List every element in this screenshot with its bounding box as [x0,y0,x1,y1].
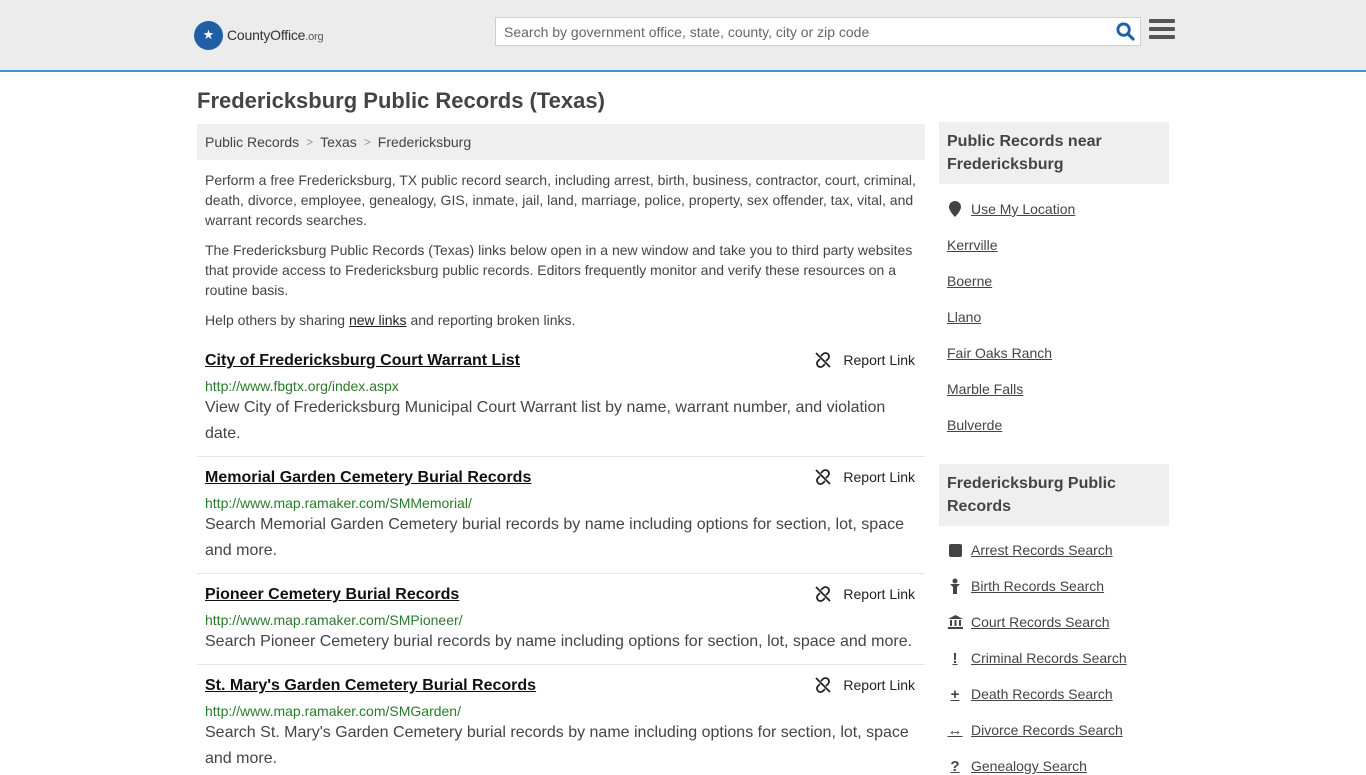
cross-icon: + [950,685,960,703]
record-url: http://www.map.ramaker.com/SMPioneer/ [205,612,463,628]
record-url: http://www.map.ramaker.com/SMMemorial/ [205,495,472,511]
breadcrumb-fredericksburg[interactable]: Fredericksburg [378,134,471,150]
record-description: Search Memorial Garden Cemetery burial r… [205,516,904,559]
use-my-location-link[interactable]: Use My Location [947,201,1075,217]
page-title: Fredericksburg Public Records (Texas) [197,88,605,113]
broken-link-icon [815,586,832,602]
logo-text: CountyOffice.org [227,27,324,43]
broken-link-icon [815,677,832,693]
nearby-city-link-boerne[interactable]: Boerne [947,273,992,289]
breadcrumb-public-records[interactable]: Public Records [205,134,299,150]
record-title-link[interactable]: City of Fredericksburg Court Warrant Lis… [205,352,520,370]
record-description: Search St. Mary's Garden Cemetery burial… [205,724,909,767]
record-item: Memorial Garden Cemetery Burial Records … [197,461,925,574]
sidebar-link-birth-records[interactable]: Birth Records Search [947,578,1104,594]
record-item: Pioneer Cemetery Burial Records Report L… [197,578,925,665]
record-url: http://www.map.ramaker.com/SMGarden/ [205,703,461,719]
arrows-horizontal-icon: ↔ [947,721,963,739]
nearby-city-link-fair-oaks-ranch[interactable]: Fair Oaks Ranch [947,345,1052,361]
courthouse-icon [947,614,963,630]
search-input[interactable] [496,18,1110,45]
record-title-link[interactable]: Memorial Garden Cemetery Burial Records [205,469,531,487]
sidebar-link-genealogy[interactable]: ? Genealogy Search [947,757,1087,775]
site-logo[interactable]: ★ CountyOffice.org [194,20,324,50]
exclamation-icon: ! [952,649,958,667]
broken-link-icon [815,469,832,485]
record-url: http://www.fbgtx.org/index.aspx [205,378,399,394]
breadcrumb-separator: > [306,135,314,149]
nearby-city-link-llano[interactable]: Llano [947,309,981,325]
hamburger-menu-icon[interactable] [1149,19,1175,43]
record-title-link[interactable]: St. Mary's Garden Cemetery Burial Record… [205,677,536,695]
record-item: St. Mary's Garden Cemetery Burial Record… [197,669,925,768]
intro-paragraph-3: Help others by sharing new links and rep… [205,312,576,328]
sidebar-link-criminal-records[interactable]: ! Criminal Records Search [947,649,1127,667]
sidebar-records-heading: Fredericksburg Public Records [939,464,1169,526]
nearby-city-link-kerrville[interactable]: Kerrville [947,237,998,253]
sidebar-link-death-records[interactable]: + Death Records Search [947,685,1113,703]
question-icon: ? [950,757,960,775]
site-header: ★ CountyOffice.org [0,0,1366,72]
breadcrumb: Public Records > Texas > Fredericksburg [197,124,925,160]
search-icon[interactable] [1110,18,1140,45]
logo-seal-icon: ★ [194,20,223,50]
sidebar-link-court-records[interactable]: Court Records Search [947,614,1110,630]
search-bar [495,17,1141,46]
breadcrumb-separator: > [363,135,371,149]
report-link-button[interactable]: Report Link [815,469,915,485]
report-link-button[interactable]: Report Link [815,586,915,602]
square-icon [947,542,963,558]
new-links-link[interactable]: new links [349,312,407,328]
intro-paragraph-2: The Fredericksburg Public Records (Texas… [205,242,913,298]
report-link-button[interactable]: Report Link [815,352,915,368]
record-item: City of Fredericksburg Court Warrant Lis… [197,344,925,457]
sidebar-link-arrest-records[interactable]: Arrest Records Search [947,542,1113,558]
record-title-link[interactable]: Pioneer Cemetery Burial Records [205,586,459,604]
record-description: View City of Fredericksburg Municipal Co… [205,399,886,442]
report-link-button[interactable]: Report Link [815,677,915,693]
baby-icon [947,578,963,594]
record-description: Search Pioneer Cemetery burial records b… [205,633,913,650]
broken-link-icon [815,352,832,368]
sidebar-near-heading: Public Records near Fredericksburg [939,122,1169,184]
sidebar-link-divorce-records[interactable]: ↔ Divorce Records Search [947,721,1123,739]
intro-paragraph-1: Perform a free Fredericksburg, TX public… [205,172,916,228]
location-pin-icon [947,201,963,217]
breadcrumb-texas[interactable]: Texas [320,134,357,150]
nearby-city-link-marble-falls[interactable]: Marble Falls [947,381,1023,397]
nearby-city-link-bulverde[interactable]: Bulverde [947,417,1002,433]
